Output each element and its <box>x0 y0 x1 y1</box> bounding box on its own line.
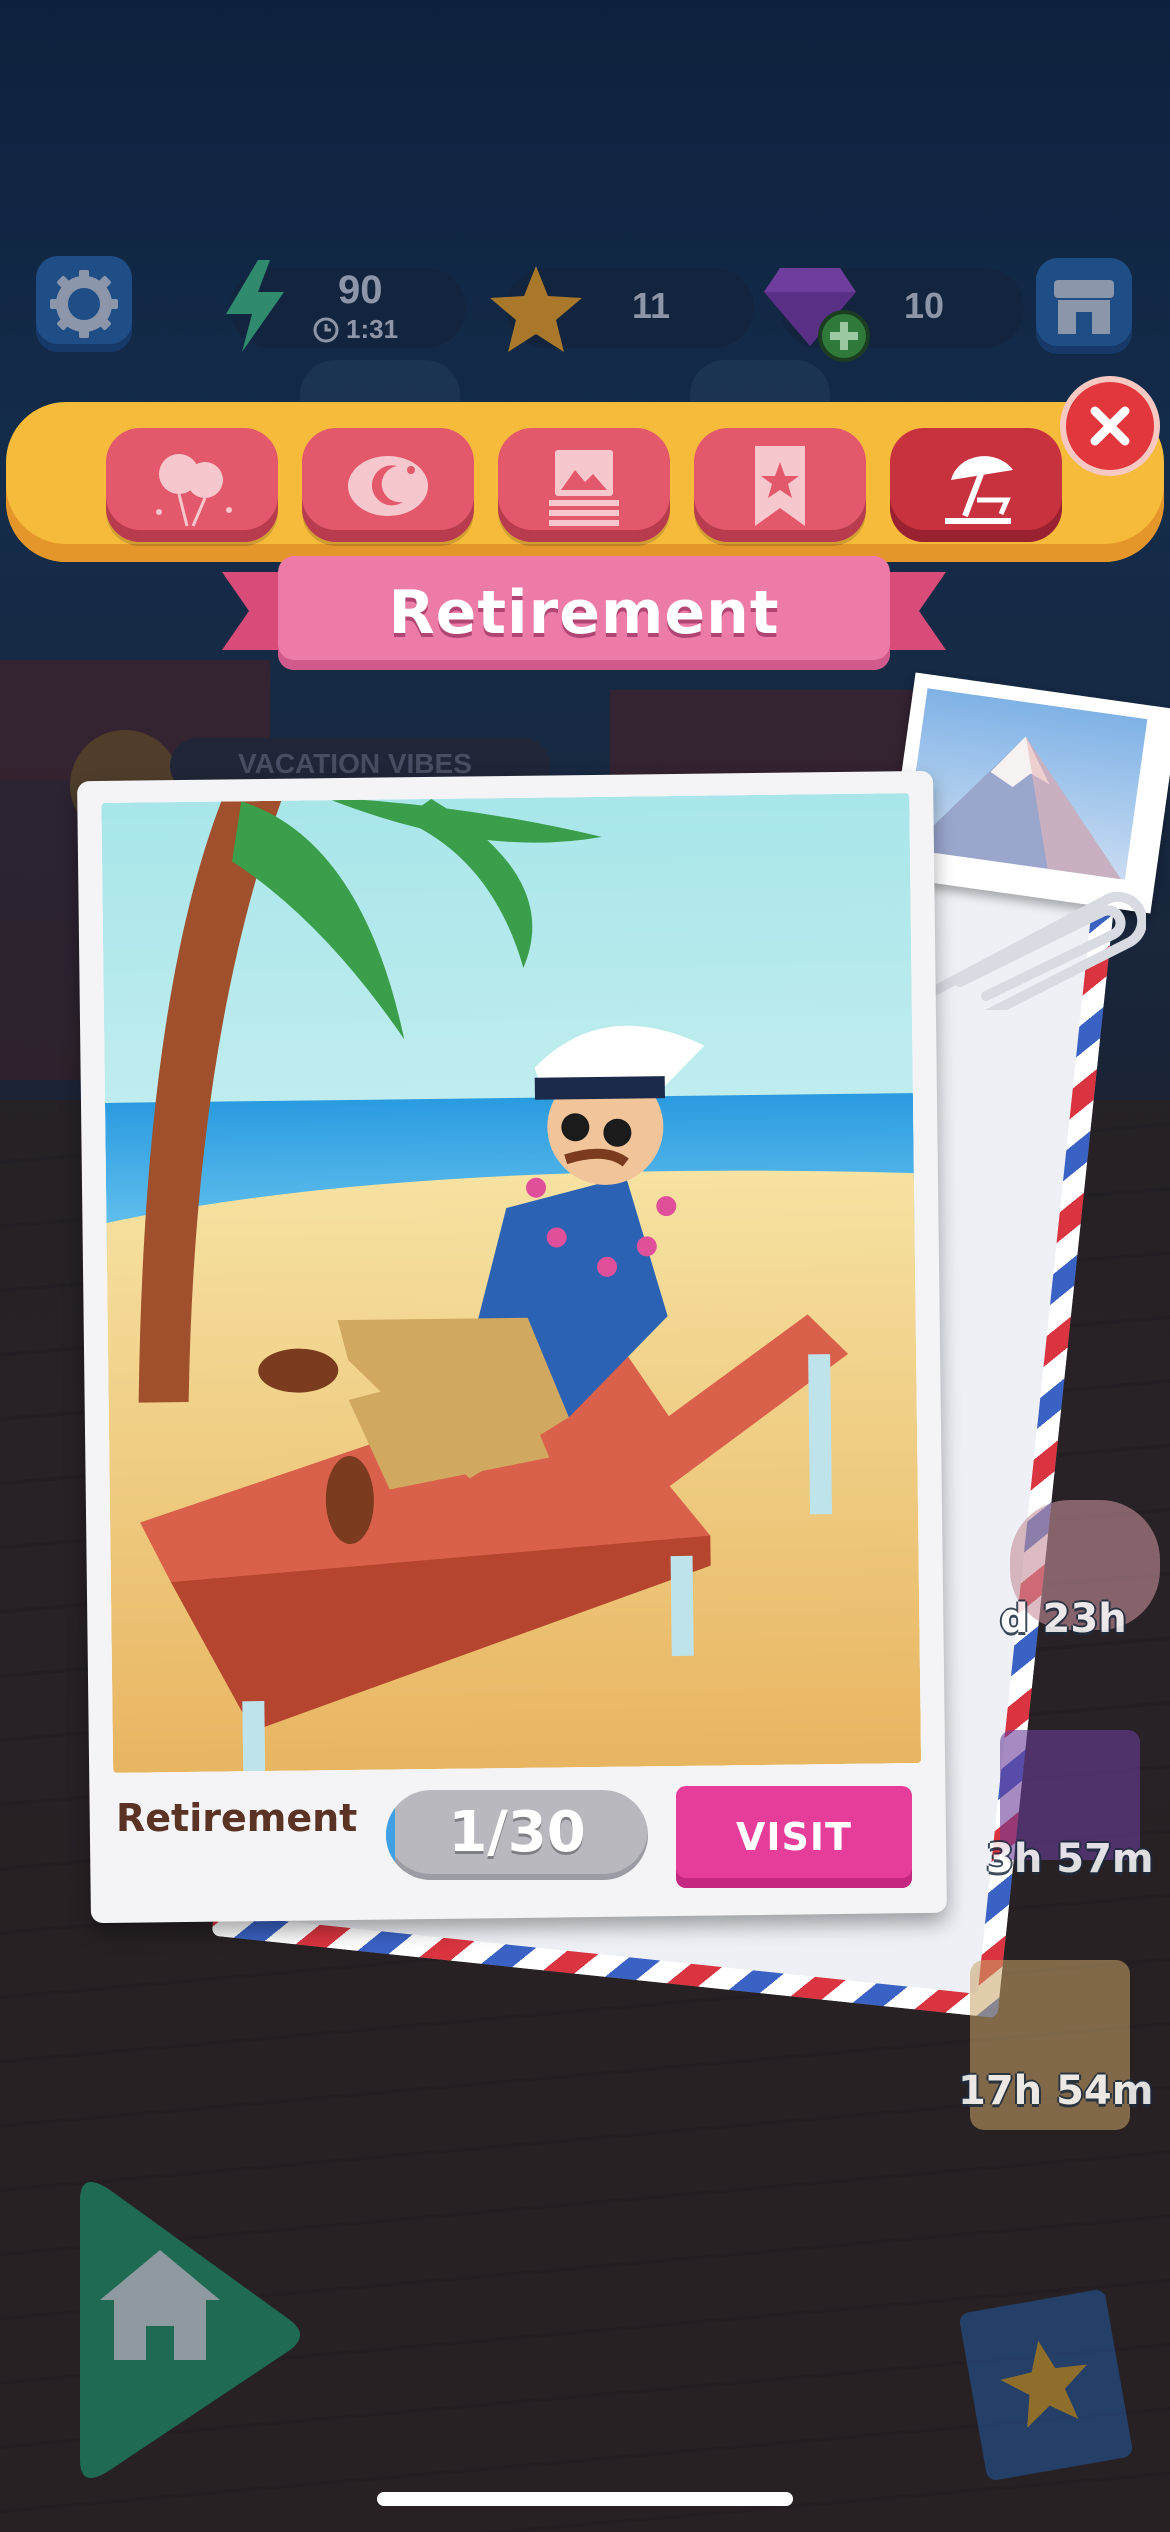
card-title: Retirement <box>116 1796 358 1840</box>
gems-value: 10 <box>904 285 945 326</box>
category-button-beach[interactable] <box>890 428 1062 542</box>
settings-button[interactable] <box>36 256 132 352</box>
energy-timer: 1:31 <box>346 314 399 344</box>
category-button-album[interactable] <box>498 428 670 542</box>
lightning-icon <box>226 260 284 352</box>
calendar-timer: 17h 54m <box>958 2068 1154 2114</box>
close-button[interactable] <box>1060 376 1160 476</box>
add-gems-button[interactable] <box>818 310 870 362</box>
star-icon <box>490 266 582 352</box>
balloons-icon <box>156 454 232 527</box>
gift-timer: 3h 57m <box>986 1836 1154 1882</box>
shop-icon <box>1054 280 1114 334</box>
category-button-balloons[interactable] <box>106 428 278 542</box>
beach-umbrella-icon <box>945 456 1013 524</box>
home-icon <box>80 2182 300 2478</box>
stars-value: 11 <box>632 285 671 326</box>
shop-button[interactable] <box>1036 258 1132 354</box>
category-title-ribbon: Retirement <box>278 556 890 670</box>
category-button-bookmark[interactable] <box>694 428 866 542</box>
visit-button-label: VISIT <box>736 1815 852 1859</box>
energy-value: 90 <box>338 268 383 312</box>
gear-icon <box>50 270 118 338</box>
mountain-icon <box>904 688 1148 880</box>
bookmark-star-icon <box>755 446 805 526</box>
moon-icon <box>348 456 428 516</box>
home-button[interactable] <box>60 2170 310 2490</box>
home-indicator <box>377 2492 793 2506</box>
category-title: Retirement <box>388 578 780 648</box>
visit-button[interactable]: VISIT <box>676 1786 912 1888</box>
close-icon <box>1090 406 1130 446</box>
paperclip-icon <box>931 891 1146 1010</box>
retirement-illustration <box>101 793 922 1773</box>
postcard <box>77 770 947 1924</box>
album-icon <box>549 450 619 526</box>
collection-progress: 1/30 <box>386 1790 648 1880</box>
plus-icon <box>830 322 858 350</box>
star-book-icon[interactable] <box>958 2288 1134 2482</box>
progress-text: 1/30 <box>448 1800 586 1865</box>
category-button-moon[interactable] <box>302 428 474 542</box>
piggy-timer: d 23h <box>1000 1596 1127 1642</box>
clock-icon <box>313 317 339 343</box>
